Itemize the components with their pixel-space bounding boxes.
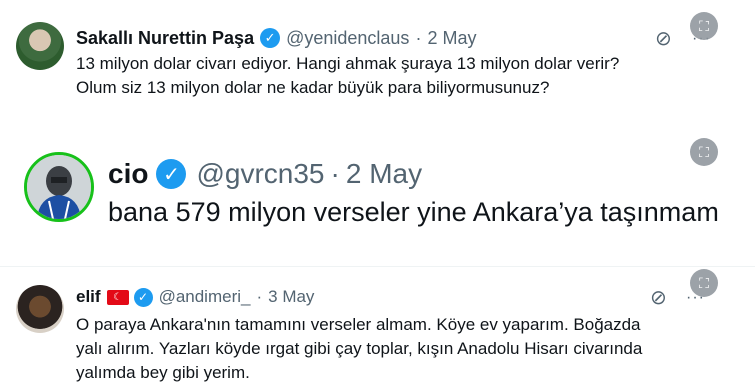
- handle[interactable]: @andimeri_: [159, 287, 251, 307]
- tweet-3[interactable]: elif ☾ ✓ @andimeri_ · 3 May ⊘ ··· ⛶ O pa…: [0, 266, 755, 382]
- grok-icon[interactable]: ⊘: [655, 26, 672, 51]
- tweet-2[interactable]: cio ✓ @gvrcn35 · 2 May ⛶ bana 579 milyon…: [0, 128, 755, 266]
- timestamp[interactable]: 3 May: [268, 287, 314, 307]
- tweet-1[interactable]: Sakallı Nurettin Paşa ✓ @yenidenclaus · …: [0, 0, 755, 128]
- avatar[interactable]: [16, 285, 64, 333]
- grok-icon[interactable]: ⊘: [650, 285, 667, 310]
- tweet-header: cio ✓ @gvrcn35 · 2 May: [108, 157, 422, 191]
- tweet-text: O paraya Ankara'nın tamamını verseler al…: [76, 315, 643, 382]
- handle[interactable]: @gvrcn35: [196, 158, 324, 190]
- verified-badge-icon: ✓: [133, 287, 153, 307]
- handle[interactable]: @yenidenclaus: [286, 28, 409, 49]
- separator: ·: [256, 287, 263, 306]
- separator: ·: [330, 158, 340, 189]
- avatar[interactable]: [16, 22, 64, 70]
- tweet-header: Sakallı Nurettin Paşa ✓ @yenidenclaus · …: [76, 26, 476, 50]
- separator: ·: [415, 27, 422, 48]
- avatar[interactable]: [24, 152, 94, 222]
- expand-icon[interactable]: ⛶: [690, 12, 718, 40]
- expand-icon[interactable]: ⛶: [690, 269, 718, 297]
- display-name[interactable]: cio: [108, 158, 148, 190]
- timestamp[interactable]: 2 May: [427, 28, 476, 49]
- display-name[interactable]: elif: [76, 287, 101, 307]
- display-name[interactable]: Sakallı Nurettin Paşa: [76, 28, 254, 49]
- tweet-text: bana 579 milyon verseler yine Ankara’ya …: [108, 197, 719, 227]
- tweet-text: 13 milyon dolar civarı ediyor. Hangi ahm…: [76, 54, 620, 97]
- verified-badge-icon: ✓: [156, 159, 187, 189]
- verified-badge-icon: ✓: [260, 28, 281, 48]
- turkey-flag-icon: ☾: [106, 289, 129, 305]
- expand-icon[interactable]: ⛶: [690, 138, 718, 166]
- timestamp[interactable]: 2 May: [346, 158, 422, 190]
- hooded-figure-icon: [27, 155, 91, 219]
- tweet-header: elif ☾ ✓ @andimeri_ · 3 May: [76, 285, 314, 309]
